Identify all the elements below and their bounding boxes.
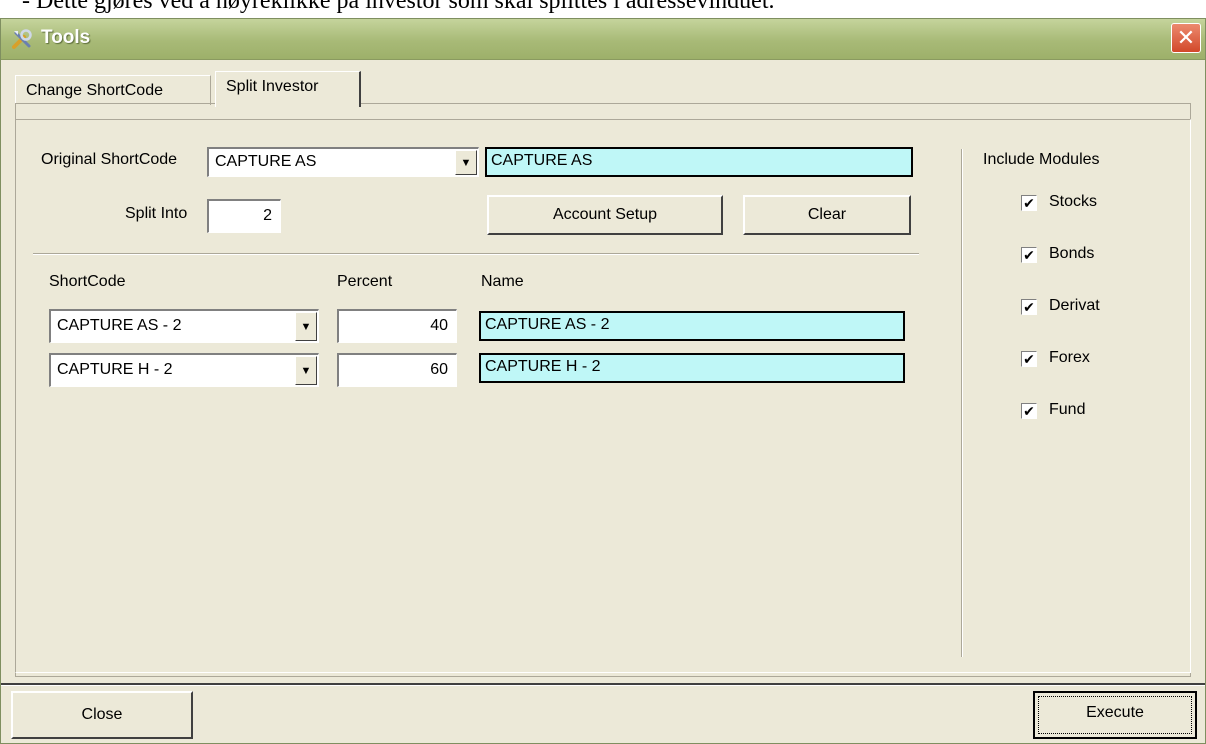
tools-icon	[12, 29, 32, 49]
original-name-field: CAPTURE AS	[485, 147, 913, 177]
account-setup-button[interactable]: Account Setup	[487, 195, 723, 235]
checkbox-label: Stocks	[1049, 193, 1098, 210]
include-modules-title: Include Modules	[983, 151, 1100, 168]
chevron-down-icon[interactable]: ▼	[295, 312, 317, 341]
original-shortcode-value: CAPTURE AS	[215, 153, 317, 170]
original-shortcode-label: Original ShortCode	[41, 151, 178, 168]
window-close-button[interactable]: ✕	[1171, 23, 1201, 53]
tab-split-investor[interactable]: Split Investor	[215, 71, 361, 107]
execute-button[interactable]: Execute	[1033, 691, 1197, 739]
clear-button[interactable]: Clear	[743, 195, 911, 235]
section-divider	[33, 253, 919, 255]
checkbox-label: Fund	[1049, 401, 1086, 418]
row-1-name-field: CAPTURE AS - 2	[479, 311, 905, 341]
original-shortcode-combo[interactable]: CAPTURE AS ▼	[207, 147, 479, 177]
close-button[interactable]: Close	[11, 691, 193, 739]
row-2-shortcode-combo[interactable]: CAPTURE H - 2 ▼	[49, 353, 319, 387]
title-bar: Tools ✕	[1, 19, 1205, 60]
split-into-input[interactable]: 2	[207, 199, 281, 233]
check-icon: ✔	[1021, 195, 1037, 211]
close-icon: ✕	[1176, 25, 1196, 50]
split-into-label: Split Into	[125, 205, 188, 222]
check-icon: ✔	[1021, 247, 1037, 263]
row-2-shortcode-value: CAPTURE H - 2	[57, 361, 173, 378]
check-icon: ✔	[1021, 351, 1037, 367]
checkbox-label: Derivat	[1049, 297, 1100, 314]
footer-divider	[1, 683, 1205, 686]
check-icon: ✔	[1021, 299, 1037, 315]
row-1-shortcode-combo[interactable]: CAPTURE AS - 2 ▼	[49, 309, 319, 343]
row-1-percent-input[interactable]: 40	[337, 309, 457, 343]
modules-divider	[961, 149, 963, 657]
chevron-down-icon[interactable]: ▼	[295, 356, 317, 385]
tools-dialog: Tools ✕ Change ShortCode Split Investor …	[0, 18, 1206, 744]
checkbox-label: Forex	[1049, 349, 1090, 366]
row-2-percent-input[interactable]: 60	[337, 353, 457, 387]
check-icon: ✔	[1021, 403, 1037, 419]
col-header-percent: Percent	[337, 273, 393, 290]
background-caption: - Dette gjøres ved å høyreklikke på inve…	[22, 0, 775, 14]
col-header-shortcode: ShortCode	[49, 273, 126, 290]
window-title: Tools	[41, 27, 91, 48]
row-2-name-field: CAPTURE H - 2	[479, 353, 905, 383]
row-1-shortcode-value: CAPTURE AS - 2	[57, 317, 182, 334]
checkbox-label: Bonds	[1049, 245, 1095, 262]
chevron-down-icon[interactable]: ▼	[455, 150, 477, 175]
col-header-name: Name	[481, 273, 524, 290]
tab-change-shortcode[interactable]: Change ShortCode	[15, 75, 211, 105]
